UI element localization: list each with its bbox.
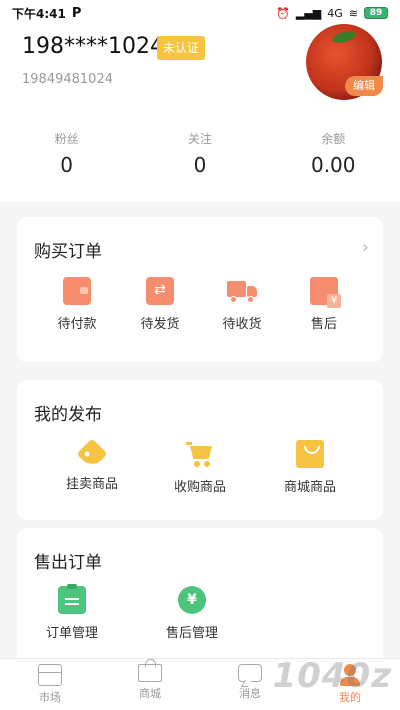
order-after-sale[interactable]: 售后 [294, 277, 354, 332]
stat-value: 0 [193, 153, 207, 177]
cart-icon [186, 440, 214, 468]
chevron-right-icon[interactable]: › [362, 237, 369, 258]
stat-fans[interactable]: 粉丝 0 [0, 130, 133, 177]
my-posts-card: 我的发布 挂卖商品 收购商品 商城商品 [17, 380, 383, 520]
order-item-label: 待发货 [140, 317, 180, 332]
order-item-label: 售后 [310, 317, 337, 332]
order-pending-receipt[interactable]: 待收货 [212, 277, 272, 332]
signal-icon: ▂▄▆ [295, 6, 322, 20]
price-tag-icon [76, 438, 108, 470]
status-time: 下午4:41 [12, 6, 66, 21]
edit-profile-button[interactable]: 编辑 [345, 76, 383, 96]
tab-label: 市场 [39, 691, 61, 704]
post-item-label: 收购商品 [173, 480, 226, 495]
battery-level: 89 [369, 8, 383, 18]
status-right: ⏰ ▂▄▆ 4G ≋ 89 [276, 7, 388, 20]
app-notification-icon: P [71, 5, 82, 21]
sales-orders-card: 售出订单 订单管理 ¥ 售后管理 [17, 528, 383, 668]
order-item-label: 待付款 [57, 317, 97, 332]
post-mall[interactable]: 商城商品 [275, 440, 345, 495]
stat-following[interactable]: 关注 0 [133, 130, 266, 177]
post-for-sale[interactable]: 挂卖商品 [57, 438, 127, 492]
sales-item-label: 售后管理 [165, 626, 218, 641]
wallet-icon [63, 277, 91, 305]
wifi-icon: ≋ [348, 6, 358, 20]
stat-balance[interactable]: 余额 0.00 [267, 130, 400, 177]
status-bar: 下午4:41 P ⏰ ▂▄▆ 4G ≋ 89 [0, 0, 400, 26]
post-item-label: 挂卖商品 [65, 477, 118, 492]
verify-badge[interactable]: 未认证 [157, 36, 206, 60]
site-watermark: 1040z [272, 656, 392, 696]
shopping-bag-icon [138, 659, 162, 682]
yen-coin-icon: ¥ [178, 586, 206, 614]
tab-label: 商城 [139, 687, 161, 700]
clipboard-icon [58, 584, 86, 614]
truck-icon [227, 277, 257, 305]
tab-market[interactable]: 市场 [0, 659, 100, 710]
battery-icon: 89 [364, 7, 388, 19]
after-sale-management[interactable]: ¥ 售后管理 [157, 586, 227, 641]
order-pending-shipment[interactable]: 待发货 [130, 277, 190, 332]
order-pending-payment[interactable]: 待付款 [47, 277, 107, 332]
masked-phone: 198****1024 [22, 34, 164, 59]
post-item-label: 商城商品 [283, 480, 336, 495]
alarm-icon: ⏰ [276, 6, 290, 20]
order-management[interactable]: 订单管理 [37, 584, 107, 641]
stat-value: 0 [60, 153, 74, 177]
network-type: 4G [327, 6, 343, 20]
message-icon [238, 664, 262, 682]
stat-label: 余额 [321, 132, 346, 146]
stat-value: 0.00 [310, 153, 356, 177]
after-sale-icon [310, 277, 341, 308]
purchase-orders-title: 购买订单 [34, 242, 102, 262]
my-posts-title: 我的发布 [34, 405, 102, 425]
purchase-orders-card: 购买订单 › 待付款 待发货 待收货 售后 [17, 217, 383, 362]
stats-row: 粉丝 0 关注 0 余额 0.00 [0, 130, 400, 177]
shipping-card-icon [146, 277, 174, 305]
stat-label: 关注 [187, 132, 212, 146]
tab-mall[interactable]: 商城 [100, 659, 200, 710]
shopping-bag-icon [296, 440, 324, 468]
sales-orders-title: 售出订单 [34, 553, 102, 573]
post-purchase[interactable]: 收购商品 [165, 440, 235, 495]
store-icon [38, 664, 62, 686]
phone-number: 19849481024 [22, 72, 113, 87]
order-item-label: 待收货 [222, 317, 262, 332]
tomato-stem-icon [331, 29, 357, 45]
sales-item-label: 订单管理 [45, 626, 98, 641]
stat-label: 粉丝 [54, 132, 79, 146]
profile-header: 198****1024 未认证 19849481024 编辑 粉丝 0 关注 0… [0, 24, 400, 202]
